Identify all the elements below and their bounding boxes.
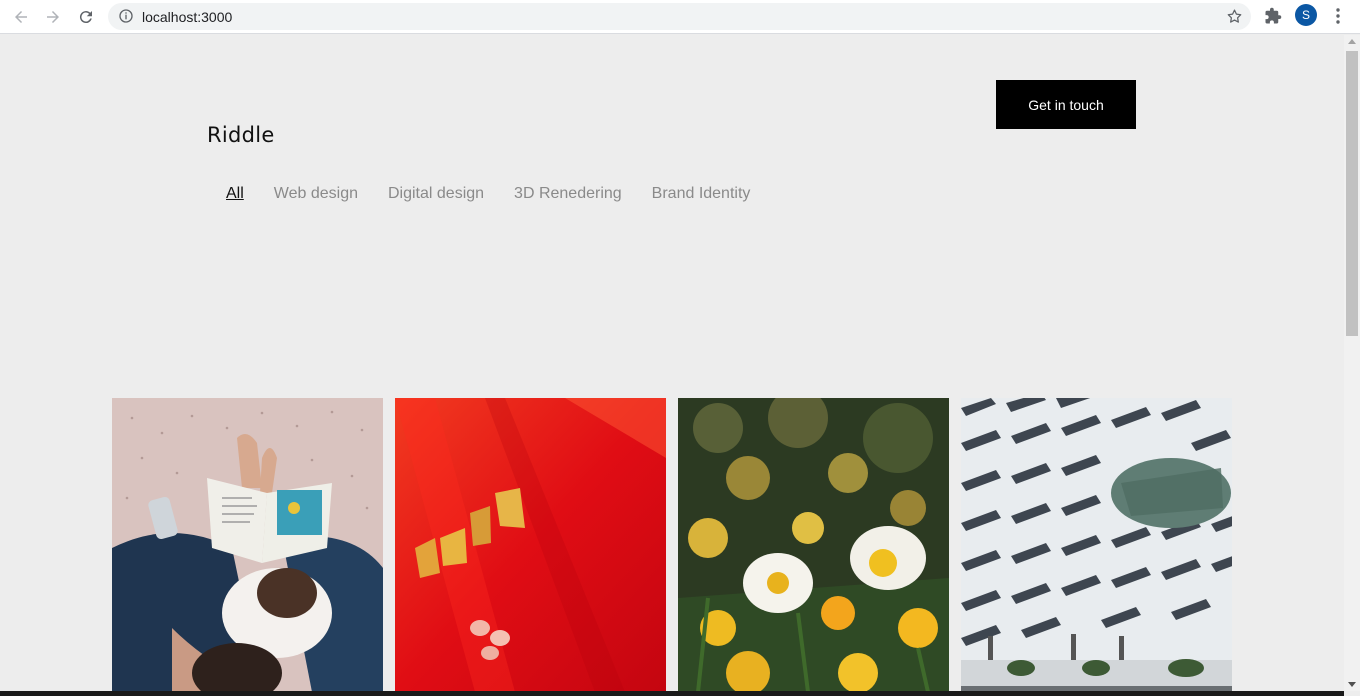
filter-web-design[interactable]: Web design — [274, 185, 358, 203]
profile-avatar[interactable]: S — [1295, 4, 1317, 26]
gallery-item-daffodils[interactable] — [678, 398, 949, 691]
back-button[interactable] — [9, 5, 33, 29]
address-bar[interactable]: localhost:3000 — [108, 3, 1251, 30]
star-icon[interactable] — [1226, 8, 1243, 25]
portfolio-gallery — [112, 398, 1232, 691]
get-in-touch-button[interactable]: Get in touch — [996, 80, 1136, 129]
url-text[interactable]: localhost:3000 — [142, 9, 232, 25]
gallery-item-architecture[interactable] — [961, 398, 1232, 691]
filter-brand-identity[interactable]: Brand Identity — [652, 185, 751, 203]
arrow-left-icon — [15, 11, 27, 23]
scroll-up-arrow-icon[interactable] — [1348, 39, 1356, 44]
scrollbar-thumb[interactable] — [1346, 51, 1358, 336]
gallery-item-red-flower[interactable] — [395, 398, 666, 691]
bottom-edge — [0, 691, 1344, 696]
kebab-menu-icon[interactable] — [1330, 7, 1346, 25]
portfolio-filters: All Web design Digital design 3D Reneder… — [226, 185, 750, 203]
filter-digital-design[interactable]: Digital design — [388, 185, 484, 203]
architecture-photo — [961, 398, 1232, 691]
reload-button[interactable] — [74, 5, 98, 29]
puzzle-icon[interactable] — [1264, 7, 1282, 25]
filter-3d-rendering[interactable]: 3D Renedering — [514, 185, 622, 203]
red-flower-photo — [395, 398, 666, 691]
site-logo[interactable]: Riddle — [207, 123, 275, 147]
gallery-item-reading[interactable] — [112, 398, 383, 691]
reload-icon — [79, 11, 92, 24]
page-scrollbar[interactable] — [1344, 35, 1360, 691]
arrow-right-icon — [47, 11, 59, 23]
page-viewport: Riddle Get in touch All Web design Digit… — [0, 35, 1344, 691]
info-icon[interactable] — [118, 8, 134, 24]
reading-photo — [112, 398, 383, 691]
browser-toolbar: localhost:3000 S — [0, 0, 1360, 34]
scroll-down-arrow-icon[interactable] — [1348, 682, 1356, 687]
filter-all[interactable]: All — [226, 185, 244, 203]
forward-button[interactable] — [41, 5, 65, 29]
daffodils-photo — [678, 398, 949, 691]
